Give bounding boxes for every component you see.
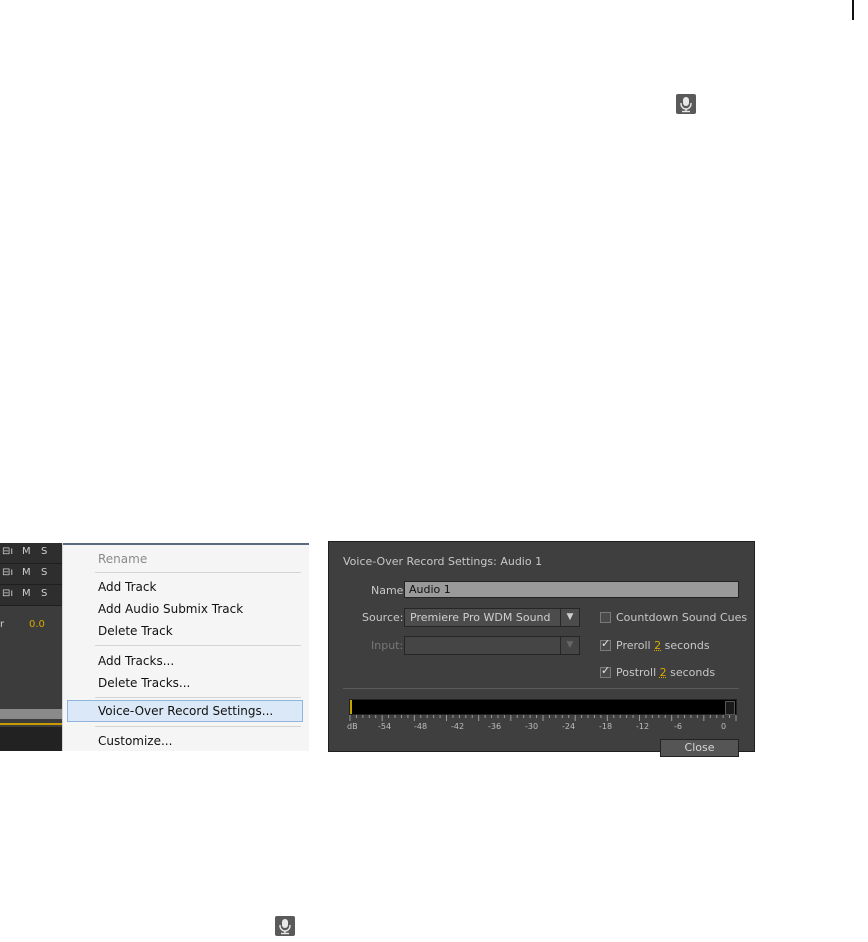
source-select[interactable]: Premiere Pro WDM Sound ▼ — [404, 608, 580, 627]
input-label: Input: — [371, 639, 404, 652]
menu-item-add-tracks[interactable]: Add Tracks... — [98, 654, 174, 668]
track-prefix: r — [0, 619, 5, 630]
mute-button[interactable]: M — [22, 567, 31, 578]
divider-line — [852, 0, 854, 20]
menu-separator — [95, 697, 301, 698]
meter-label: -24 — [562, 722, 576, 731]
menu-item-rename[interactable]: Rename — [98, 552, 147, 566]
track-volume-value[interactable]: 0.0 — [29, 619, 45, 630]
meter-scale-labels: dB -54 -48 -42 -36 -30 -24 -18 -12 -6 0 — [347, 722, 747, 734]
microphone-icon[interactable] — [676, 94, 696, 114]
chevron-down-icon: ▼ — [560, 609, 579, 626]
track-icon: ⊟ı — [2, 588, 14, 599]
meter-label: -6 — [674, 722, 682, 731]
menu-separator — [95, 726, 301, 727]
meter-peak-indicator — [725, 701, 735, 715]
meter-label: -54 — [378, 722, 392, 731]
mute-button[interactable]: M — [22, 546, 31, 557]
preroll-suffix: seconds — [664, 639, 710, 652]
meter-ticks — [349, 715, 737, 721]
level-meter — [349, 699, 737, 715]
postroll-checkbox[interactable] — [600, 664, 611, 678]
postroll-seconds-value[interactable]: 2 — [660, 666, 667, 679]
name-label: Name: — [371, 584, 408, 597]
menu-item-delete-tracks[interactable]: Delete Tracks... — [98, 676, 190, 690]
menu-item-voice-over-record-settings[interactable]: Voice-Over Record Settings... — [98, 704, 273, 718]
countdown-label: Countdown Sound Cues — [616, 611, 748, 624]
solo-button[interactable]: S — [41, 567, 47, 578]
source-label: Source: — [362, 611, 404, 624]
chevron-down-icon: ▼ — [560, 637, 579, 654]
postroll-suffix: seconds — [670, 666, 716, 679]
source-select-value: Premiere Pro WDM Sound — [410, 611, 551, 624]
name-field[interactable]: Audio 1 — [404, 581, 739, 598]
countdown-checkbox[interactable] — [600, 612, 611, 623]
close-button[interactable]: Close — [660, 739, 739, 757]
preroll-prefix: Preroll — [616, 639, 651, 652]
track-row[interactable]: ⊟ı M S — [0, 585, 62, 606]
meter-label: -48 — [414, 722, 428, 731]
dialog-separator — [343, 688, 739, 689]
solo-button[interactable]: S — [41, 588, 47, 599]
meter-label: -36 — [488, 722, 502, 731]
voice-over-settings-dialog: Voice-Over Record Settings: Audio 1 Name… — [328, 541, 755, 757]
preroll-seconds-value[interactable]: 2 — [654, 639, 661, 652]
track-icon: ⊟ı — [2, 546, 14, 557]
preroll-checkbox[interactable] — [600, 637, 611, 651]
menu-separator — [95, 645, 301, 646]
meter-label: -42 — [451, 722, 465, 731]
solo-button[interactable]: S — [41, 546, 47, 557]
menu-separator — [95, 572, 301, 573]
menu-item-add-audio-submix-track[interactable]: Add Audio Submix Track — [98, 602, 243, 616]
timeline-bar — [0, 709, 62, 719]
menu-item-delete-track[interactable]: Delete Track — [98, 624, 173, 638]
preroll-label: Preroll 2 seconds — [616, 639, 710, 652]
menu-item-customize[interactable]: Customize... — [98, 734, 172, 748]
context-menu: Rename Add Track Add Audio Submix Track … — [62, 543, 309, 751]
track-icon: ⊟ı — [2, 567, 14, 578]
name-field-value: Audio 1 — [409, 583, 451, 596]
mute-button[interactable]: M — [22, 588, 31, 599]
timeline-area — [0, 727, 62, 751]
track-row[interactable]: ⊟ı M S — [0, 543, 62, 564]
postroll-prefix: Postroll — [616, 666, 657, 679]
postroll-label: Postroll 2 seconds — [616, 666, 715, 679]
timeline-marker — [0, 723, 62, 725]
track-row[interactable]: ⊟ı M S — [0, 564, 62, 585]
meter-label: 0 — [721, 722, 727, 731]
meter-label: -12 — [636, 722, 650, 731]
menu-item-add-track[interactable]: Add Track — [98, 580, 156, 594]
track-headers: ⊟ı M S ⊟ı M S ⊟ı M S r 0.0 — [0, 543, 62, 751]
meter-label: dB — [347, 722, 358, 731]
meter-label: -18 — [599, 722, 613, 731]
meter-level — [350, 700, 352, 714]
menu-top-border — [63, 543, 309, 545]
dialog-title: Voice-Over Record Settings: Audio 1 — [343, 555, 543, 568]
input-select[interactable]: ▼ — [404, 636, 580, 655]
meter-label: -30 — [525, 722, 539, 731]
microphone-icon[interactable] — [275, 916, 295, 936]
